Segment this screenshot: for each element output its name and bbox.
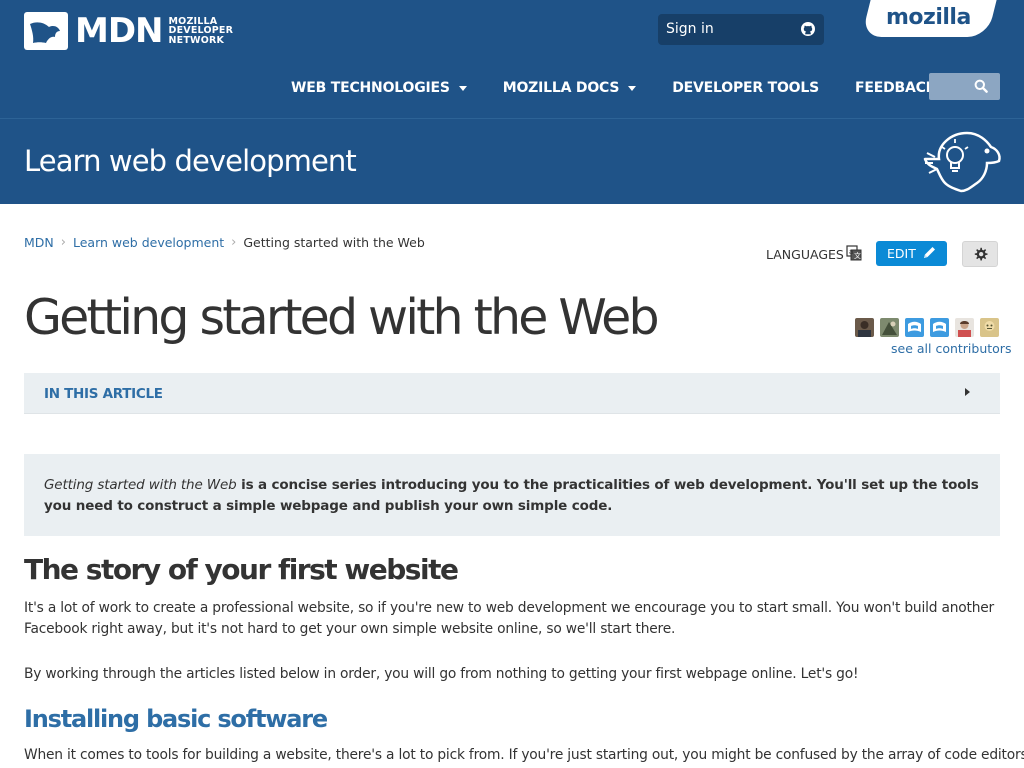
main-nav: WEB TECHNOLOGIES MOZILLA DOCS DEVELOPER … (291, 78, 989, 98)
nav-mozilla-docs[interactable]: MOZILLA DOCS (502, 78, 637, 98)
breadcrumb-link-learn[interactable]: Learn web development (73, 235, 224, 250)
chevron-right-icon: › (60, 235, 66, 250)
edit-button[interactable]: EDIT (876, 241, 947, 266)
settings-button[interactable] (962, 241, 998, 267)
learning-dino-lightbulb-icon (923, 131, 1001, 193)
caret-right-icon (965, 388, 970, 396)
breadcrumb-current: Getting started with the Web (243, 235, 425, 250)
svg-text:文: 文 (854, 251, 861, 260)
avatar[interactable] (880, 318, 899, 337)
avatar[interactable] (905, 318, 924, 337)
summary-italic: Getting started with the Web (44, 477, 237, 493)
banner-title: Learn web development (24, 144, 357, 178)
see-all-contributors-link[interactable]: see all contributors (891, 341, 1011, 356)
edit-label: EDIT (887, 246, 916, 261)
svg-text:a: a (849, 248, 853, 256)
caret-down-icon (628, 85, 637, 91)
toc-label: IN THIS ARTICLE (44, 386, 163, 402)
summary-text: Getting started with the Web is a concis… (44, 475, 984, 517)
nav-item-label: WEB TECHNOLOGIES (291, 80, 450, 96)
gear-icon (974, 247, 988, 261)
paragraph: By working through the articles listed b… (24, 666, 859, 682)
pencil-icon (924, 247, 935, 258)
article-summary: Getting started with the Web is a concis… (24, 454, 1000, 536)
page-title: Getting started with the Web (24, 289, 660, 346)
chevron-right-icon: › (231, 235, 237, 250)
nav-item-label: DEVELOPER TOOLS (672, 80, 819, 96)
translate-icon[interactable]: a 文 (846, 245, 862, 261)
sign-in-label: Sign in (666, 21, 714, 37)
breadcrumb: MDN › Learn web development › Getting st… (24, 235, 425, 250)
nav-web-technologies[interactable]: WEB TECHNOLOGIES (291, 78, 467, 98)
avatar[interactable] (980, 318, 999, 337)
logo-text: MDN (75, 11, 164, 51)
mozilla-link[interactable]: mozilla (886, 5, 971, 30)
mdn-logo[interactable]: MDN MOZILLA DEVELOPER NETWORK (24, 12, 233, 50)
caret-down-icon (458, 85, 467, 91)
avatar[interactable] (930, 318, 949, 337)
search-icon[interactable] (974, 79, 988, 93)
section-banner: Learn web development (0, 118, 1024, 204)
github-icon (801, 22, 815, 36)
breadcrumb-link-mdn[interactable]: MDN (24, 235, 54, 250)
sign-in-button[interactable]: Sign in (658, 14, 824, 45)
paragraph: It's a lot of work to create a professio… (24, 600, 995, 637)
in-this-article-toggle[interactable]: IN THIS ARTICLE (24, 373, 1000, 414)
avatar[interactable] (955, 318, 974, 337)
nav-developer-tools[interactable]: DEVELOPER TOOLS (672, 78, 819, 98)
logo-subtitle-line: NETWORK (168, 34, 225, 46)
site-header: MDN MOZILLA DEVELOPER NETWORK Sign in mo… (0, 0, 1024, 118)
search-input[interactable] (929, 73, 1000, 100)
section-heading: The story of your first website (24, 553, 459, 586)
contributors-avatars (855, 318, 1005, 337)
subsection-heading-link[interactable]: Installing basic software (24, 705, 328, 733)
paragraph: When it comes to tools for building a we… (24, 747, 1024, 763)
mdn-dino-logo-icon (24, 12, 68, 50)
logo-subtitle: MOZILLA DEVELOPER NETWORK (169, 17, 234, 46)
nav-item-label: MOZILLA DOCS (502, 80, 620, 96)
nav-item-label: FEEDBACK (854, 80, 937, 96)
languages-button[interactable]: LANGUAGES (766, 247, 844, 262)
avatar[interactable] (855, 318, 874, 337)
